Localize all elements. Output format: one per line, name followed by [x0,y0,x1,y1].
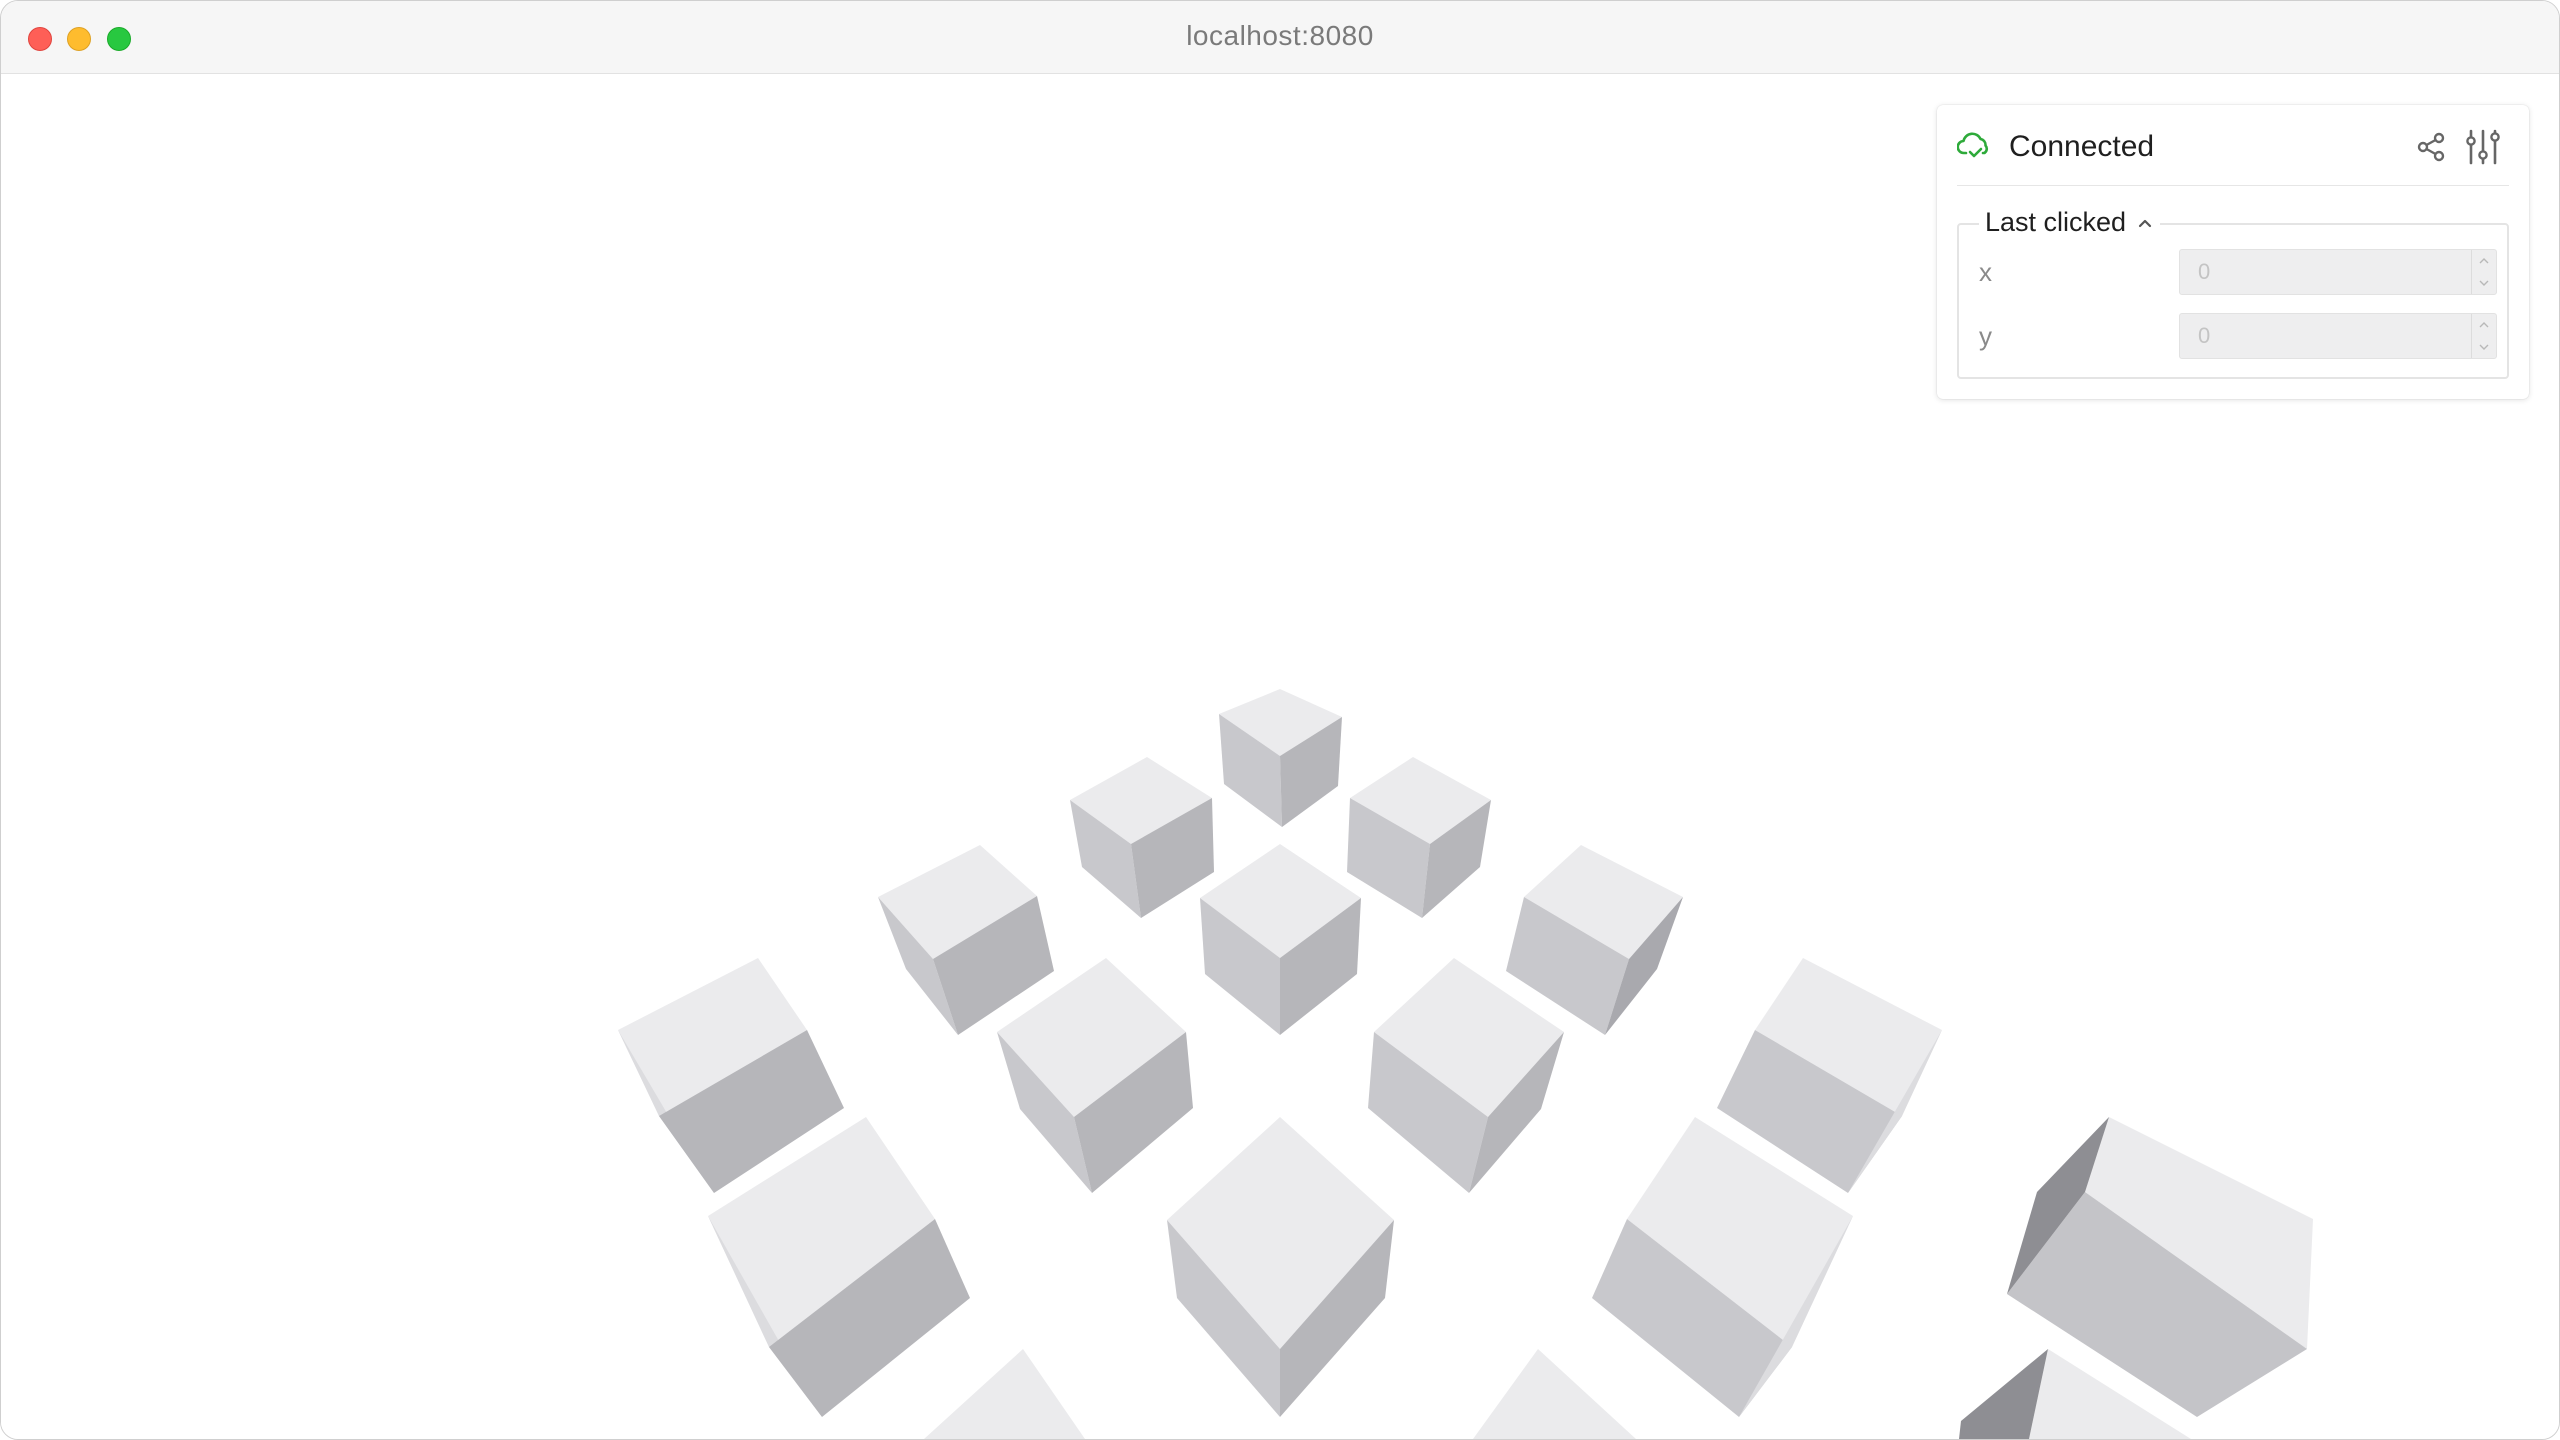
browser-window: localhost:8080 Connected Last clicked x … [0,0,2560,1440]
chevron-up-icon [2479,322,2489,328]
settings-button[interactable] [2463,127,2503,167]
chevron-up-icon [2479,258,2489,264]
cloud-check-icon [1957,132,1989,158]
share-icon [2417,132,2445,162]
field-label: x [1979,257,1992,287]
increment-button[interactable] [2472,250,2496,272]
x-input[interactable] [2180,250,2470,294]
increment-button[interactable] [2472,314,2496,336]
cube[interactable] [1070,757,1214,918]
field-row-x: x [1979,249,2497,297]
y-input[interactable] [2180,314,2470,358]
field-label: y [1979,321,1992,351]
title-bar: localhost:8080 [1,1,2559,74]
cube[interactable] [1167,1117,1394,1417]
panel-header: Connected [1937,105,2529,185]
cube[interactable] [924,1349,1085,1439]
cube[interactable] [1368,958,1564,1193]
decrement-button[interactable] [2472,336,2496,358]
share-button[interactable] [2411,127,2451,167]
field-row-y: y [1979,313,2497,361]
stepper [2471,250,2496,294]
panel-divider [1957,185,2509,186]
folder-toggle[interactable]: Last clicked [1979,207,2161,238]
chevron-down-icon [2479,344,2489,350]
control-panel: Connected Last clicked x 0 y 0 [1937,105,2529,399]
cube[interactable] [997,958,1193,1193]
folder-last-clicked: Last clicked x 0 y 0 [1957,207,2509,379]
folder-title: Last clicked [1985,207,2127,237]
connection-status: Connected [2009,130,2155,163]
sliders-icon [2466,129,2500,165]
number-field [2179,313,2497,359]
chevron-up-icon [2138,219,2152,227]
cube[interactable] [1473,1349,1636,1439]
decrement-button[interactable] [2472,272,2496,294]
3d-canvas[interactable]: Connected Last clicked x 0 y 0 [1,74,2559,1439]
cube[interactable] [878,845,1054,1035]
cube[interactable] [1506,845,1683,1035]
cube[interactable] [1347,757,1491,918]
cube[interactable] [1219,689,1342,827]
chevron-down-icon [2479,280,2489,286]
number-field [2179,249,2497,295]
stepper [2471,314,2496,358]
cube[interactable] [1200,844,1361,1035]
page-url: localhost:8080 [1186,20,1374,51]
